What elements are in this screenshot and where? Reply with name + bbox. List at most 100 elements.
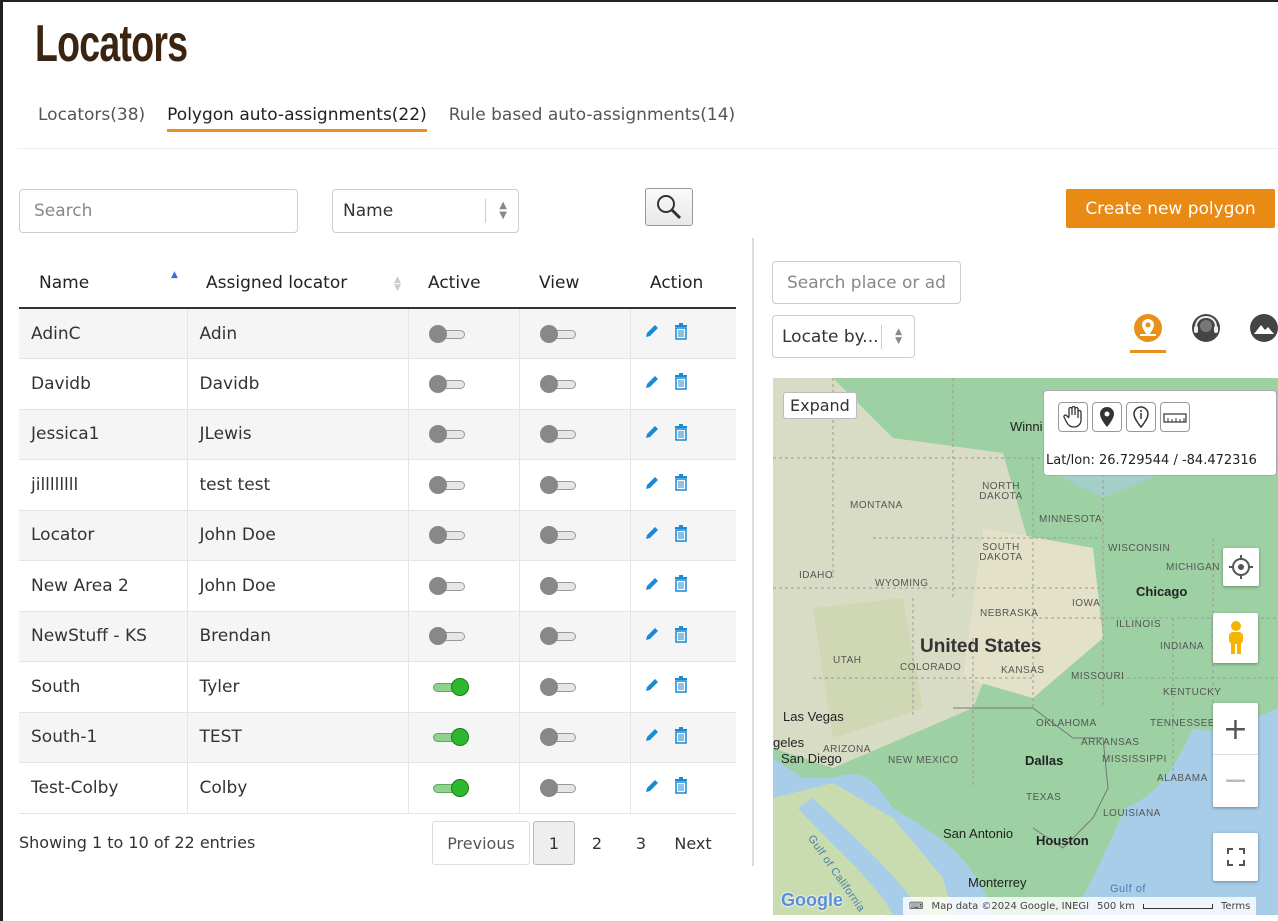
- edit-icon[interactable]: [644, 374, 660, 390]
- cell-action: [630, 762, 736, 814]
- map-label-arkansas: ARKANSAS: [1081, 737, 1140, 748]
- active-toggle[interactable]: [428, 626, 469, 646]
- cell-action: [630, 611, 736, 662]
- view-toggle[interactable]: [539, 374, 580, 394]
- edit-icon[interactable]: [644, 576, 660, 592]
- locator-layer-icon[interactable]: [1130, 313, 1166, 353]
- delete-icon[interactable]: [674, 575, 688, 592]
- edit-icon[interactable]: [644, 778, 660, 794]
- cell-view: [519, 308, 631, 359]
- tab-locators[interactable]: Locators(38): [38, 105, 145, 132]
- map-label-chicago: Chicago: [1136, 584, 1188, 599]
- map-label-texas: TEXAS: [1026, 792, 1062, 803]
- search-field-select[interactable]: Name ▲ ▼: [332, 189, 519, 233]
- active-toggle[interactable]: [429, 677, 469, 697]
- table-row: South Tyler: [19, 661, 736, 713]
- col-header-assigned-locator[interactable]: Assigned locator ▲ ▼: [187, 258, 408, 309]
- active-toggle[interactable]: [428, 324, 469, 344]
- map-label-los-angeles: geles: [773, 735, 805, 750]
- info-pin-icon[interactable]: [1126, 402, 1156, 432]
- active-toggle[interactable]: [429, 778, 469, 798]
- view-toggle[interactable]: [539, 424, 580, 444]
- create-new-polygon-button[interactable]: Create new polygon: [1066, 189, 1275, 228]
- cell-view: [519, 611, 631, 662]
- delete-icon[interactable]: [674, 777, 688, 794]
- map-expand-button[interactable]: Expand: [783, 392, 857, 419]
- cell-active: [408, 560, 520, 612]
- map-label-new-mexico: NEW MEXICO: [888, 755, 959, 766]
- edit-icon[interactable]: [644, 727, 660, 743]
- cell-active: [408, 459, 520, 511]
- page-1-button[interactable]: 1: [533, 821, 575, 865]
- map-label-alabama: ALABAMA: [1157, 773, 1208, 784]
- my-location-button[interactable]: [1223, 548, 1259, 586]
- tab-rule-based-auto-assignments[interactable]: Rule based auto-assignments(14): [449, 105, 735, 132]
- edit-icon[interactable]: [644, 424, 660, 440]
- edit-icon[interactable]: [644, 323, 660, 339]
- cell-view: [519, 712, 631, 763]
- search-input[interactable]: [19, 189, 298, 233]
- delete-icon[interactable]: [674, 524, 688, 542]
- lat-lon-label: Lat/lon:: [1046, 453, 1095, 468]
- edit-icon[interactable]: [644, 525, 660, 541]
- delete-icon[interactable]: [674, 373, 688, 390]
- page-2-button[interactable]: 2: [575, 821, 619, 865]
- cell-assigned-locator: Davidb: [187, 358, 409, 410]
- active-toggle[interactable]: [428, 525, 469, 545]
- zoom-controls: + −: [1213, 703, 1258, 807]
- zoom-in-button[interactable]: +: [1213, 705, 1258, 755]
- ruler-icon[interactable]: [1160, 402, 1190, 432]
- view-toggle[interactable]: [539, 475, 580, 495]
- cell-name: Test-Colby: [19, 762, 188, 814]
- locate-by-select[interactable]: Locate by... ▲ ▼: [772, 315, 915, 358]
- view-toggle[interactable]: [539, 778, 580, 798]
- active-toggle[interactable]: [429, 727, 469, 747]
- agent-layer-icon[interactable]: [1188, 313, 1224, 353]
- pan-hand-icon[interactable]: [1058, 402, 1088, 432]
- col-header-name[interactable]: Name ▲: [19, 258, 187, 309]
- map-view[interactable]: MONTANA NORTH DAKOTA MINNESOTA SOUTH DAK…: [773, 378, 1278, 915]
- map-label-wisconsin: WISCONSIN: [1108, 543, 1171, 554]
- select-separator: [485, 199, 486, 223]
- search-button[interactable]: [645, 188, 693, 226]
- terrain-layer-icon[interactable]: [1246, 313, 1278, 353]
- active-toggle[interactable]: [428, 475, 469, 495]
- fullscreen-button[interactable]: [1213, 833, 1258, 881]
- view-toggle[interactable]: [539, 324, 580, 344]
- table-row: Test-Colby Colby: [19, 762, 736, 814]
- table-row: Locator John Doe: [19, 510, 736, 561]
- tab-polygon-auto-assignments[interactable]: Polygon auto-assignments(22): [167, 105, 427, 132]
- view-toggle[interactable]: [539, 626, 580, 646]
- delete-icon[interactable]: [674, 474, 688, 491]
- next-page-button[interactable]: Next: [663, 821, 723, 865]
- terms-link[interactable]: Terms: [1221, 901, 1250, 912]
- active-toggle[interactable]: [428, 374, 469, 394]
- view-toggle[interactable]: [539, 677, 580, 697]
- cell-action: [630, 661, 736, 713]
- delete-icon[interactable]: [674, 676, 688, 693]
- view-toggle[interactable]: [539, 727, 580, 747]
- cell-active: [408, 712, 520, 763]
- delete-icon[interactable]: [674, 726, 688, 744]
- previous-page-button[interactable]: Previous: [432, 821, 530, 865]
- delete-icon[interactable]: [674, 423, 688, 441]
- view-toggle[interactable]: [539, 525, 580, 545]
- zoom-out-button[interactable]: −: [1213, 755, 1258, 805]
- street-view-pegman[interactable]: [1213, 613, 1258, 663]
- map-pin-icon[interactable]: [1092, 402, 1122, 432]
- edit-icon[interactable]: [644, 626, 660, 642]
- edit-icon[interactable]: [644, 677, 660, 693]
- scale-label: 500 km: [1097, 900, 1135, 912]
- col-header-view: View: [519, 258, 630, 309]
- page-3-button[interactable]: 3: [619, 821, 663, 865]
- view-toggle[interactable]: [539, 576, 580, 596]
- edit-icon[interactable]: [644, 475, 660, 491]
- active-toggle[interactable]: [428, 576, 469, 596]
- search-place-input[interactable]: [772, 261, 961, 304]
- crosshair-icon: [1229, 555, 1253, 579]
- keyboard-icon[interactable]: ⌨: [909, 901, 923, 912]
- tab-bar: Locators(38) Polygon auto-assignments(22…: [38, 105, 735, 132]
- delete-icon[interactable]: [674, 625, 688, 643]
- delete-icon[interactable]: [674, 322, 688, 340]
- active-toggle[interactable]: [428, 424, 469, 444]
